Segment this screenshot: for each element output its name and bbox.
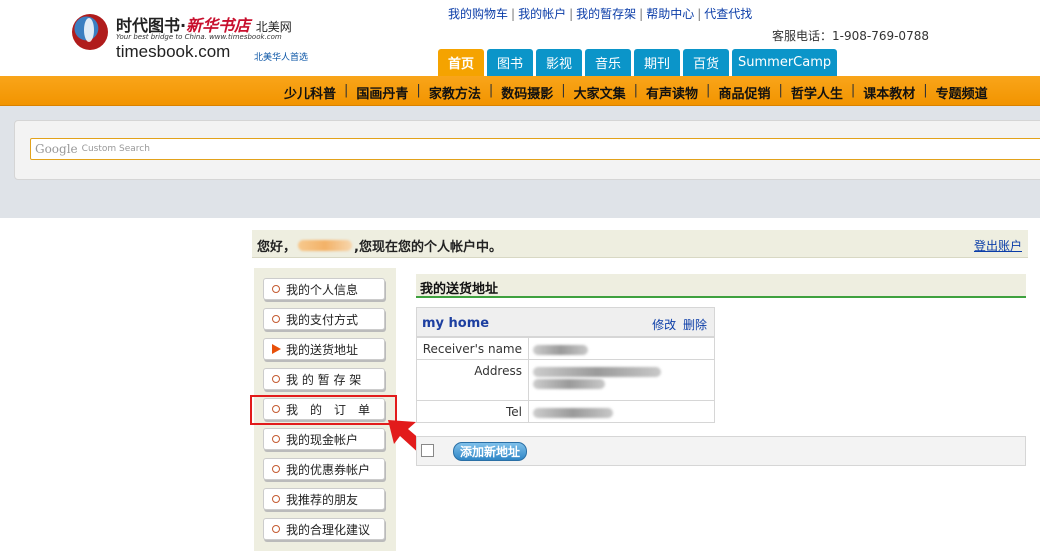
tel-label: Tel [417, 401, 529, 422]
tab-home[interactable]: 首页 [438, 49, 484, 76]
nav-item[interactable]: 课本教材 [863, 83, 915, 102]
redacted-address-line [533, 367, 661, 377]
logo-emblem-icon [72, 14, 108, 50]
address-label: Address [417, 360, 529, 400]
add-address-button[interactable]: 添加新地址 [453, 442, 528, 461]
logo-tagline: Your best bridge to China. www.timesbook… [116, 33, 282, 41]
tab-music[interactable]: 音乐 [585, 49, 631, 76]
tab-books[interactable]: 图书 [487, 49, 533, 76]
redacted-receiver [533, 345, 588, 355]
nav-item[interactable]: 少儿科普 [284, 83, 336, 102]
search-panel: Google Custom Search [14, 120, 1040, 180]
section-title: 我的送货地址 [420, 282, 499, 297]
site-logo[interactable]: 时代图书·新华书店 北美网 Your best bridge to China.… [72, 12, 332, 66]
redacted-address-line [533, 379, 605, 389]
account-greeting-bar: 您好， ,您现在您的个人帐户中。 登出账户 [252, 230, 1028, 258]
address-card: my home 修改 删除 Receiver's name Address Te… [416, 307, 715, 423]
nav-item[interactable]: 数码摄影 [501, 83, 553, 102]
active-arrow-icon [272, 344, 281, 354]
search-service-link[interactable]: 代查代找 [704, 7, 752, 21]
address-row-receiver: Receiver's name [417, 337, 714, 359]
delete-address-link[interactable]: 删除 [683, 318, 707, 332]
add-address-bar: 添加新地址 [416, 436, 1026, 466]
circle-bullet-icon [272, 435, 280, 443]
account-link[interactable]: 我的帐户 [518, 7, 566, 21]
receiver-label: Receiver's name [417, 338, 529, 359]
search-band: Google Custom Search [0, 106, 1040, 218]
sidebar-item-suggestions[interactable]: 我的合理化建议 [263, 518, 385, 540]
logo-domain: timesbook.com [116, 42, 231, 61]
tab-general[interactable]: 百货 [683, 49, 729, 76]
category-tabs: 首页 图书 影视 音乐 期刊 百货 SummerCamp [438, 49, 838, 76]
logout-link[interactable]: 登出账户 [974, 237, 1022, 254]
customer-phone: 客服电话：1-908-769-0788 [772, 29, 929, 43]
sidebar-item-cash-account[interactable]: 我的现金帐户 [263, 428, 385, 450]
tab-video[interactable]: 影视 [536, 49, 582, 76]
nav-item[interactable]: 家教方法 [429, 83, 481, 102]
section-title-bar: 我的送货地址 [416, 274, 1026, 298]
nav-item[interactable]: 大家文集 [574, 83, 626, 102]
search-input[interactable]: Google Custom Search [30, 138, 1040, 160]
help-link[interactable]: 帮助中心 [646, 7, 694, 21]
tab-magazines[interactable]: 期刊 [634, 49, 680, 76]
sidebar-item-shipping-address[interactable]: 我的送货地址 [263, 338, 385, 360]
sidebar-item-personal-info[interactable]: 我的个人信息 [263, 278, 385, 300]
edit-address-link[interactable]: 修改 [652, 318, 676, 332]
category-nav-bar: 少儿科普 | 国画丹青 | 家教方法 | 数码摄影 | 大家文集 | 有声读物 | 商品促销… [0, 76, 1040, 106]
greeting-text: 您好， ,您现在您的个人帐户中。 [257, 240, 502, 255]
address-row-tel: Tel [417, 400, 714, 422]
wishlist-link[interactable]: 我的暂存架 [576, 7, 636, 21]
address-row-address: Address [417, 359, 714, 400]
circle-bullet-icon [272, 525, 280, 533]
circle-bullet-icon [272, 465, 280, 473]
tab-summercamp[interactable]: SummerCamp [732, 49, 838, 76]
address-card-header: my home 修改 删除 [417, 308, 714, 337]
sidebar-item-referrals[interactable]: 我推荐的朋友 [263, 488, 385, 510]
sidebar-item-coupons[interactable]: 我的优惠券帐户 [263, 458, 385, 480]
nav-item[interactable]: 商品促销 [718, 83, 770, 102]
circle-bullet-icon [272, 375, 280, 383]
cart-link[interactable]: 我的购物车 [448, 7, 508, 21]
search-placeholder: Custom Search [81, 144, 150, 154]
sidebar-item-payment[interactable]: 我的支付方式 [263, 308, 385, 330]
orders-highlight-box [250, 395, 397, 425]
add-address-checkbox[interactable] [421, 444, 434, 457]
redacted-tel [533, 408, 613, 418]
top-links: 我的购物车 | 我的帐户 | 我的暂存架 | 帮助中心 | 代查代找 [448, 7, 753, 21]
address-name: my home [422, 316, 490, 331]
circle-bullet-icon [272, 495, 280, 503]
nav-item[interactable]: 哲学人生 [791, 83, 843, 102]
circle-bullet-icon [272, 285, 280, 293]
google-logo: Google [35, 142, 78, 156]
nav-item[interactable]: 国画丹青 [356, 83, 408, 102]
sidebar-item-wishlist[interactable]: 我 的 暂 存 架 [263, 368, 385, 390]
circle-bullet-icon [272, 315, 280, 323]
nav-item[interactable]: 有声读物 [646, 83, 698, 102]
redacted-username [298, 240, 353, 251]
nav-item[interactable]: 专题频道 [936, 83, 988, 102]
logo-slogan: 北美华人首选 [254, 53, 309, 63]
